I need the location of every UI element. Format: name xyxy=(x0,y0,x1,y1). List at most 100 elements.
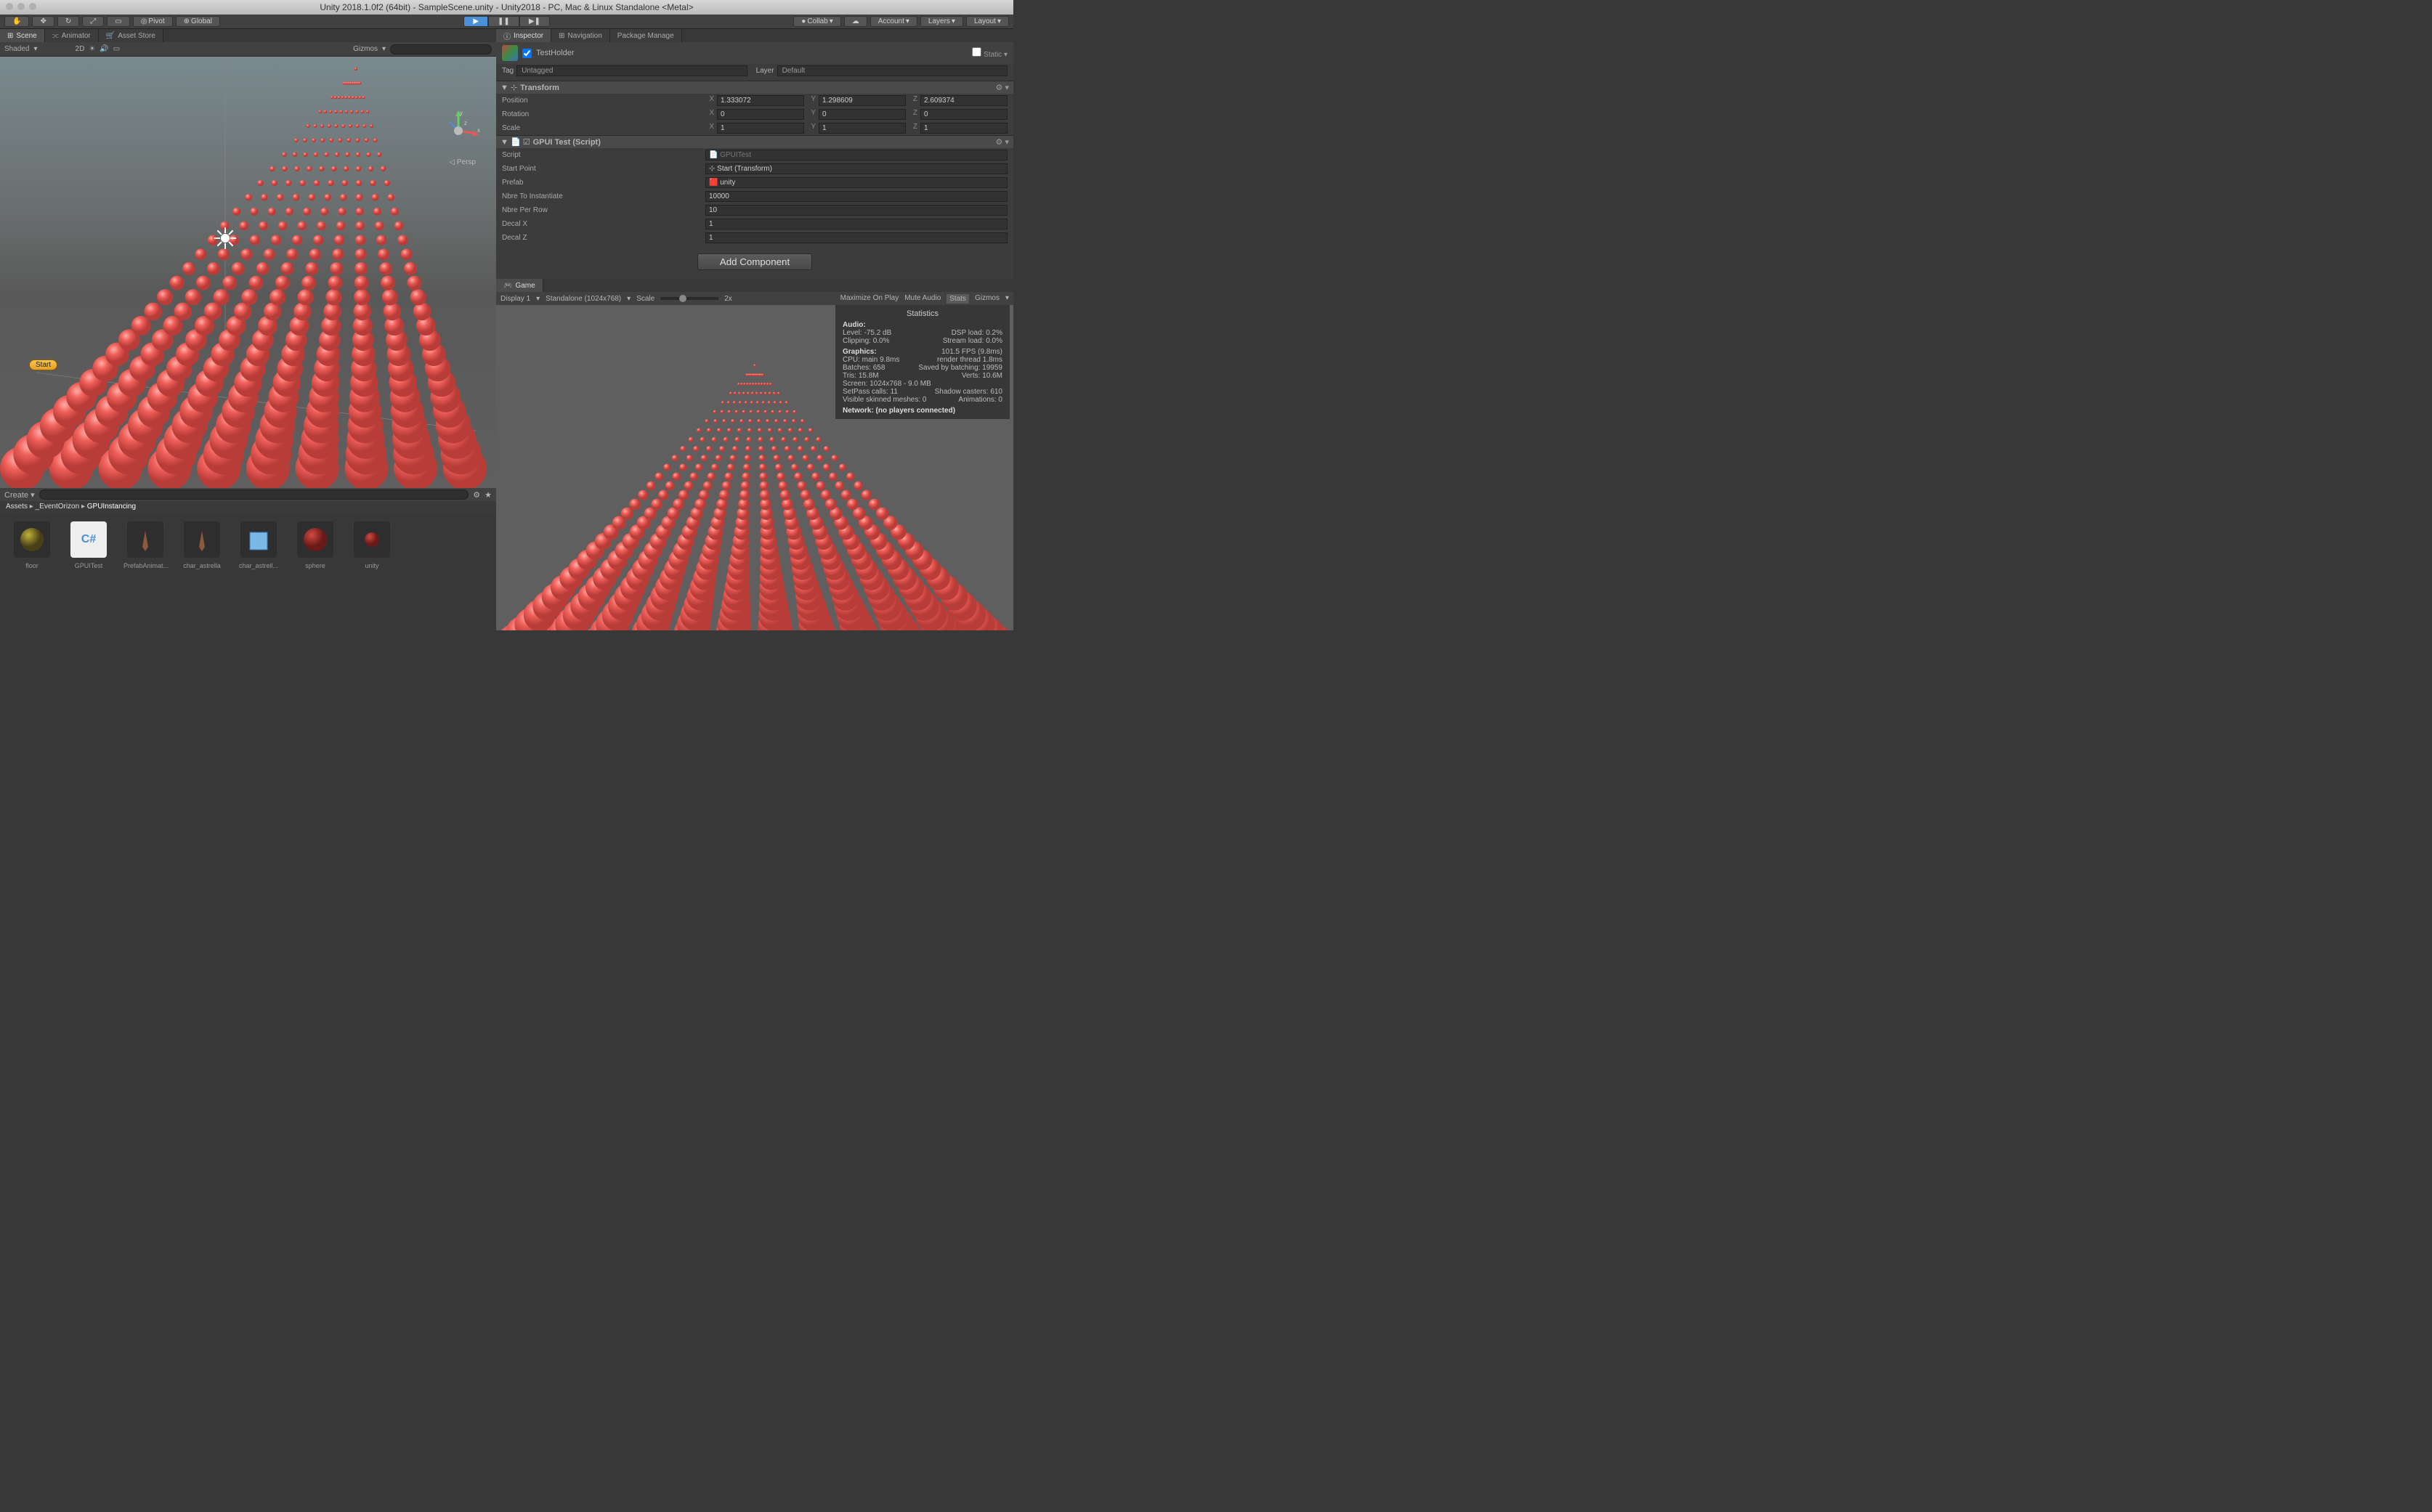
asset-char-astrella-2[interactable]: char_astrell... xyxy=(237,521,280,569)
script-field: 📄 GPUITest xyxy=(705,150,1008,160)
rect-tool[interactable]: ▭ xyxy=(107,16,129,27)
main-toolbar: ✋ ✥ ↻ ⤢ ▭ ◎ Pivot ⊕ Global ▶ ❚❚ ▶❚ ● Col… xyxy=(0,15,1013,29)
decal-z-field[interactable]: 1 xyxy=(705,232,1008,243)
mute-toggle[interactable]: Mute Audio xyxy=(904,294,941,304)
create-button[interactable]: Create ▾ xyxy=(4,490,35,500)
position-y[interactable]: 1.298609 xyxy=(819,95,906,106)
hand-tool[interactable]: ✋ xyxy=(4,16,29,27)
gpui-header[interactable]: ▼ 📄 ☑ GPUI Test (Script)⚙ ▾ xyxy=(496,136,1013,148)
layout-dropdown[interactable]: Layout ▾ xyxy=(966,16,1009,27)
scale-x[interactable]: 1 xyxy=(717,123,804,134)
scale-value: 2x xyxy=(724,295,732,303)
orientation-gizmo[interactable]: y x z xyxy=(437,109,480,153)
tab-scene[interactable]: ⊞ Scene xyxy=(0,29,45,42)
window-title: Unity 2018.1.0f2 (64bit) - SampleScene.u… xyxy=(320,2,693,12)
lighting-toggle[interactable]: ☀ xyxy=(89,45,95,53)
layers-dropdown[interactable]: Layers ▾ xyxy=(920,16,963,27)
asset-gpuitest[interactable]: C# GPUITest xyxy=(67,521,110,569)
step-button[interactable]: ▶❚ xyxy=(519,16,550,27)
layer-dropdown[interactable]: Default xyxy=(777,65,1008,76)
tag-label: Tag xyxy=(502,67,514,75)
svg-text:z: z xyxy=(464,120,467,126)
asset-prefab-animat[interactable]: PrefabAnimat... xyxy=(123,521,167,569)
scale-tool[interactable]: ⤢ xyxy=(82,16,104,27)
transform-header[interactable]: ▼ ⊹ Transform⚙ ▾ xyxy=(496,81,1013,94)
window-titlebar: Unity 2018.1.0f2 (64bit) - SampleScene.u… xyxy=(0,0,1013,15)
game-gizmos-dropdown[interactable]: Gizmos xyxy=(975,294,1000,304)
account-dropdown[interactable]: Account ▾ xyxy=(870,16,917,27)
nbre-per-row-field[interactable]: 10 xyxy=(705,205,1008,216)
project-search[interactable] xyxy=(39,489,469,500)
asset-unity[interactable]: unity xyxy=(350,521,394,569)
rotation-y[interactable]: 0 xyxy=(819,109,906,120)
play-button[interactable]: ▶ xyxy=(463,16,488,27)
decal-x-field[interactable]: 1 xyxy=(705,219,1008,229)
scale-z[interactable]: 1 xyxy=(920,123,1008,134)
rotate-tool[interactable]: ↻ xyxy=(57,16,79,27)
audio-label: Audio: xyxy=(843,321,866,329)
pivot-toggle[interactable]: ◎ Pivot xyxy=(133,16,173,27)
tag-dropdown[interactable]: Untagged xyxy=(516,65,747,76)
gear-icon[interactable]: ⚙ ▾ xyxy=(996,83,1009,92)
gear-icon[interactable]: ⚙ ▾ xyxy=(996,137,1009,147)
gameobject-name[interactable]: TestHolder xyxy=(536,49,575,57)
toggle-2d[interactable]: 2D xyxy=(76,45,85,53)
pause-button[interactable]: ❚❚ xyxy=(488,16,519,27)
cloud-button[interactable]: ☁ xyxy=(844,16,867,27)
gizmos-dropdown[interactable]: Gizmos xyxy=(353,45,378,53)
statistics-panel: Statistics Audio: Level: -75.2 dBDSP loa… xyxy=(835,305,1010,419)
layer-label: Layer xyxy=(756,67,774,75)
audio-toggle[interactable]: 🔊 xyxy=(100,45,108,53)
maximize-toggle[interactable]: Maximize On Play xyxy=(840,294,899,304)
position-label: Position xyxy=(502,97,705,105)
light-icon[interactable] xyxy=(214,227,236,249)
collab-button[interactable]: ● Collab ▾ xyxy=(793,16,840,27)
tab-animator[interactable]: ⫗ Animator xyxy=(45,29,99,42)
scale-y[interactable]: 1 xyxy=(819,123,906,134)
scale-label: Scale xyxy=(502,124,705,132)
asset-floor[interactable]: floor xyxy=(10,521,54,569)
asset-char-astrella-1[interactable]: char_astrella xyxy=(180,521,224,569)
tab-package-manager[interactable]: Package Manage xyxy=(610,29,682,42)
position-z[interactable]: 2.609374 xyxy=(920,95,1008,106)
prefab-field[interactable]: 🟥 unity xyxy=(705,177,1008,188)
tab-assetstore[interactable]: 🛒 Asset Store xyxy=(99,29,163,42)
nbre-to-instantiate-field[interactable]: 10000 xyxy=(705,191,1008,202)
tab-game[interactable]: 🎮 Game xyxy=(496,279,543,292)
fx-toggle[interactable]: ▭ xyxy=(113,45,120,53)
scene-view[interactable]: Start y x xyxy=(0,57,496,488)
favorite-icon[interactable]: ★ xyxy=(485,490,492,500)
stats-title: Statistics xyxy=(843,309,1002,318)
game-view[interactable]: Statistics Audio: Level: -75.2 dBDSP loa… xyxy=(496,305,1013,630)
scale-label: Scale xyxy=(636,295,654,303)
rotation-x[interactable]: 0 xyxy=(717,109,804,120)
gameobject-active-toggle[interactable] xyxy=(522,49,532,58)
position-x[interactable]: 1.333072 xyxy=(717,95,804,106)
filter-icon[interactable]: ⚙ xyxy=(473,490,480,500)
window-controls[interactable] xyxy=(6,3,36,10)
resolution-dropdown[interactable]: Standalone (1024x768) xyxy=(546,295,621,303)
global-toggle[interactable]: ⊕ Global xyxy=(176,16,220,27)
start-gizmo-label[interactable]: Start xyxy=(29,359,57,370)
persp-label[interactable]: ◁ Persp xyxy=(449,158,476,166)
tab-inspector[interactable]: ⓘ Inspector xyxy=(496,29,551,42)
scene-search[interactable] xyxy=(390,44,492,54)
svg-text:x: x xyxy=(477,127,480,134)
static-toggle[interactable] xyxy=(972,47,981,57)
asset-sphere[interactable]: sphere xyxy=(293,521,337,569)
stats-toggle[interactable]: Stats xyxy=(947,294,969,304)
breadcrumb[interactable]: Assets ▸ _EventOrizon ▸ GPUInstancing xyxy=(0,501,496,514)
rotation-z[interactable]: 0 xyxy=(920,109,1008,120)
svg-text:y: y xyxy=(460,110,463,116)
rotation-label: Rotation xyxy=(502,110,705,118)
shading-mode[interactable]: Shaded xyxy=(4,45,29,53)
start-point-field[interactable]: ⊹ Start (Transform) xyxy=(705,163,1008,174)
scale-slider[interactable] xyxy=(679,295,686,302)
move-tool[interactable]: ✥ xyxy=(32,16,54,27)
gameobject-icon xyxy=(502,45,518,61)
tab-navigation[interactable]: ⊞ Navigation xyxy=(551,29,610,42)
inspector-panel: TestHolder Static ▾ Tag Untagged Layer D… xyxy=(496,42,1013,279)
project-panel: Create ▾ ⚙ ★ Assets ▸ _EventOrizon ▸ GPU… xyxy=(0,488,496,630)
add-component-button[interactable]: Add Component xyxy=(697,253,812,270)
display-dropdown[interactable]: Display 1 xyxy=(500,295,530,303)
